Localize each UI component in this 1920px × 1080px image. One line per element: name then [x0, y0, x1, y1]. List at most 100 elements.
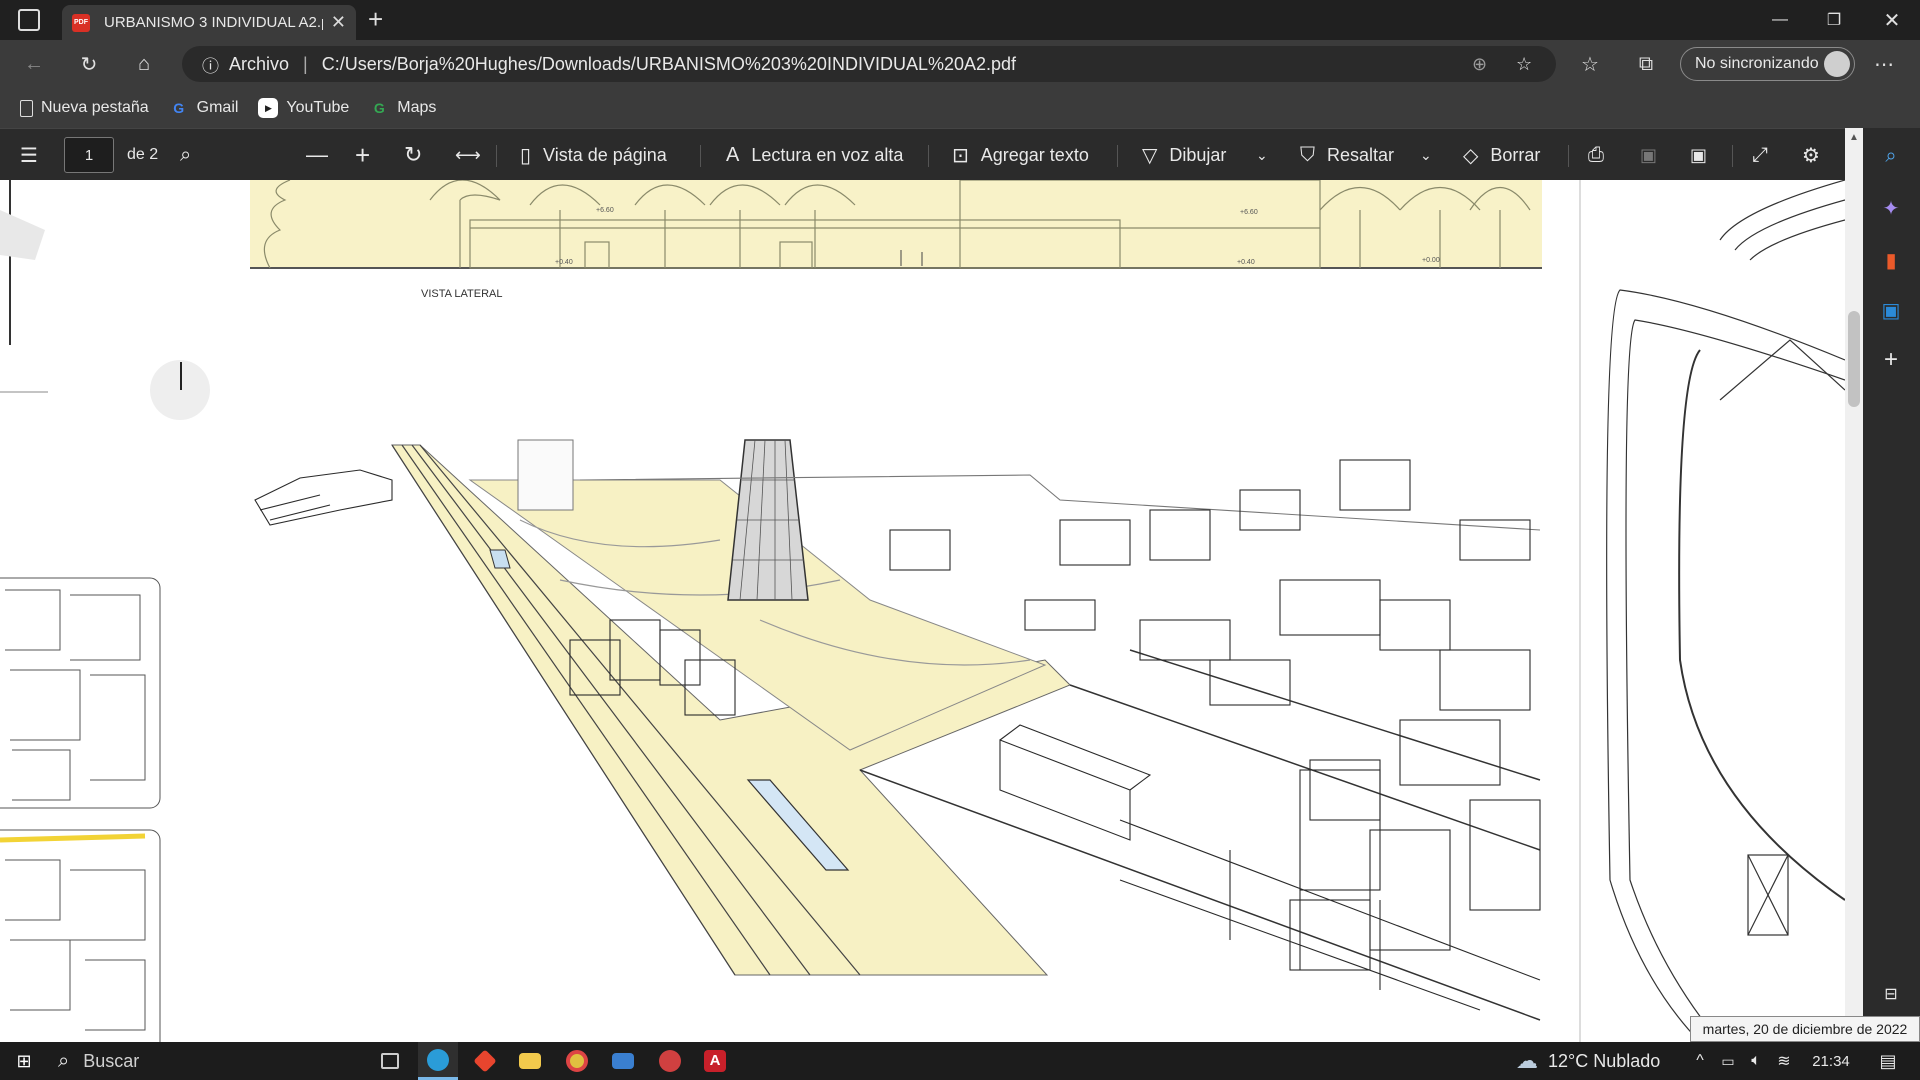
- draw-label: Dibujar: [1169, 144, 1227, 165]
- weather-text: 12°C Nublado: [1548, 1050, 1661, 1071]
- edge-sidebar: ⌕ ✦ ▮ ▣ + ⊟: [1863, 128, 1920, 1042]
- new-tab-icon[interactable]: +: [368, 4, 383, 35]
- pen-icon: ▽: [1142, 144, 1158, 167]
- info-icon[interactable]: ⓘ: [202, 52, 219, 77]
- bookmark-youtube[interactable]: ▶ YouTube: [258, 98, 349, 118]
- search-box[interactable]: ⌕ Buscar: [50, 1042, 360, 1080]
- toolbar-divider: [700, 145, 701, 167]
- save-icon[interactable]: ▣: [1640, 129, 1657, 181]
- wifi-icon[interactable]: ≋: [1772, 1042, 1796, 1080]
- sync-status: No sincronizando: [1695, 55, 1819, 72]
- read-aloud-button[interactable]: A Lectura en voz alta: [726, 129, 903, 181]
- url-text: C:/Users/Borja%20Hughes/Downloads/URBANI…: [321, 53, 1017, 74]
- outlook-icon[interactable]: ▣: [1877, 296, 1905, 324]
- bookmark-maps[interactable]: G Maps: [369, 98, 437, 118]
- back-icon[interactable]: ←: [18, 48, 50, 80]
- autocad-icon[interactable]: A: [695, 1042, 735, 1080]
- volume-icon[interactable]: 🔈︎: [1744, 1042, 1768, 1080]
- add-icon[interactable]: +: [1877, 346, 1905, 374]
- mail-icon[interactable]: [603, 1042, 643, 1080]
- url-field[interactable]: ⓘ Archivo | C:/Users/Borja%20Hughes/Down…: [182, 46, 1556, 82]
- battery-icon[interactable]: ▭: [1716, 1042, 1740, 1080]
- collections-icon[interactable]: ⧉: [1630, 48, 1662, 80]
- add-text-label: Agregar texto: [980, 144, 1089, 165]
- bookmarks-bar: Nueva pestaña G Gmail ▶ YouTube G Maps: [0, 88, 1920, 128]
- show-hidden-icons-chevron-icon[interactable]: ^: [1688, 1042, 1712, 1080]
- toolbar-divider: [496, 145, 497, 167]
- highlight-button[interactable]: ⛉ Resaltar: [1300, 129, 1394, 181]
- copilot-icon[interactable]: ✦: [1877, 194, 1905, 222]
- bookmark-new-tab[interactable]: Nueva pestaña: [20, 99, 149, 117]
- more-icon[interactable]: ⋯: [1868, 48, 1900, 80]
- task-view-icon[interactable]: [370, 1042, 410, 1080]
- clock[interactable]: 21:34: [1806, 1042, 1856, 1080]
- minimize-icon[interactable]: —: [1752, 0, 1808, 40]
- restore-icon[interactable]: ❐: [1806, 0, 1862, 40]
- highlight-label: Resaltar: [1327, 144, 1395, 165]
- youtube-icon: ▶: [258, 98, 279, 118]
- app-red-icon[interactable]: [465, 1042, 505, 1080]
- add-favorite-icon[interactable]: ☆: [1516, 54, 1532, 75]
- tab-close-icon[interactable]: ✕: [331, 12, 346, 33]
- print-icon[interactable]: ⎙: [1588, 129, 1604, 181]
- document-scrollbar[interactable]: ▲: [1845, 128, 1863, 1042]
- notifications-icon[interactable]: ▤: [1866, 1042, 1910, 1080]
- bookmark-gmail[interactable]: G Gmail: [169, 98, 239, 118]
- toolbar-divider: [1732, 145, 1733, 167]
- file-label: Archivo: [229, 53, 290, 74]
- text-box-icon: ⊡: [952, 144, 969, 167]
- pdf-icon: PDF: [72, 13, 90, 32]
- right-page-plan: [1579, 180, 1845, 1042]
- weather-widget[interactable]: ☁ 12°C Nublado: [1516, 1042, 1716, 1080]
- vista-lateral-label: VISTA LATERAL: [421, 288, 503, 300]
- pdf-page-drawing: +6.60 +0.40 +6.60 +0.40 +0.00 VISTA LATE…: [0, 180, 1845, 1042]
- search-icon: ⌕: [58, 1049, 70, 1072]
- chrome-profile-icon[interactable]: [650, 1042, 690, 1080]
- draw-button[interactable]: ▽ Dibujar: [1142, 129, 1226, 181]
- tab-title: URBANISMO 3 INDIVIDUAL A2.pdf: [104, 14, 323, 31]
- close-window-icon[interactable]: ✕: [1864, 0, 1920, 40]
- save-as-icon[interactable]: ▣: [1690, 129, 1707, 181]
- zoom-icon[interactable]: ⊕: [1472, 54, 1487, 75]
- scrollbar-thumb[interactable]: [1848, 311, 1860, 407]
- eraser-icon: ◇: [1463, 144, 1479, 167]
- favorites-icon[interactable]: ☆: [1574, 48, 1606, 80]
- home-icon[interactable]: ⌂: [128, 48, 160, 80]
- pdf-document-view[interactable]: +6.60 +0.40 +6.60 +0.40 +0.00 VISTA LATE…: [0, 180, 1845, 1042]
- taskbar: ⊞ ⌕ Buscar A ☁ 12°C Nublado ^ ▭ 🔈︎ ≋ 21:…: [0, 1042, 1920, 1080]
- highlight-options-chevron-icon[interactable]: ⌄: [1420, 129, 1432, 181]
- refresh-icon[interactable]: ↻: [73, 48, 105, 80]
- office-icon[interactable]: ▮: [1877, 246, 1905, 274]
- browser-tab[interactable]: PDF URBANISMO 3 INDIVIDUAL A2.pdf ✕: [62, 5, 356, 40]
- profile-button[interactable]: No sincronizando: [1680, 47, 1855, 81]
- zoom-in-icon[interactable]: +: [355, 129, 370, 181]
- tab-actions-icon[interactable]: [18, 9, 40, 31]
- erase-button[interactable]: ◇ Borrar: [1463, 129, 1540, 181]
- add-text-button[interactable]: ⊡ Agregar texto: [952, 129, 1089, 181]
- zoom-out-icon[interactable]: —: [306, 129, 328, 181]
- page-number-input[interactable]: 1: [64, 137, 114, 173]
- draw-options-chevron-icon[interactable]: ⌄: [1256, 129, 1268, 181]
- chrome-icon[interactable]: [557, 1042, 597, 1080]
- left-page-plan: [0, 180, 161, 1042]
- fit-width-icon[interactable]: ⟷: [455, 129, 481, 181]
- cloud-icon: ☁: [1516, 1048, 1538, 1073]
- scroll-up-icon[interactable]: ▲: [1849, 132, 1859, 143]
- elevation-mark: +0.40: [1237, 259, 1255, 266]
- bookmark-label: Gmail: [196, 99, 239, 116]
- taskbar-search-placeholder: Buscar: [83, 1050, 140, 1071]
- fullscreen-icon[interactable]: ⤢: [1752, 129, 1768, 181]
- read-aloud-label: Lectura en voz alta: [751, 144, 904, 165]
- start-icon[interactable]: ⊞: [6, 1042, 42, 1080]
- edge-app-icon[interactable]: [418, 1042, 458, 1080]
- settings-gear-icon[interactable]: ⚙: [1802, 129, 1820, 181]
- search-icon[interactable]: ⌕: [180, 129, 191, 181]
- hide-sidebar-icon[interactable]: ⊟: [1877, 980, 1905, 1008]
- contents-icon[interactable]: ☰: [20, 129, 38, 181]
- page-view-button[interactable]: ▯ Vista de página: [520, 129, 667, 181]
- rotate-icon[interactable]: ↻: [404, 129, 422, 181]
- bookmark-label: Maps: [397, 99, 437, 116]
- elevation-mark: +0.40: [555, 259, 573, 266]
- search-icon[interactable]: ⌕: [1877, 142, 1905, 170]
- file-explorer-icon[interactable]: [510, 1042, 550, 1080]
